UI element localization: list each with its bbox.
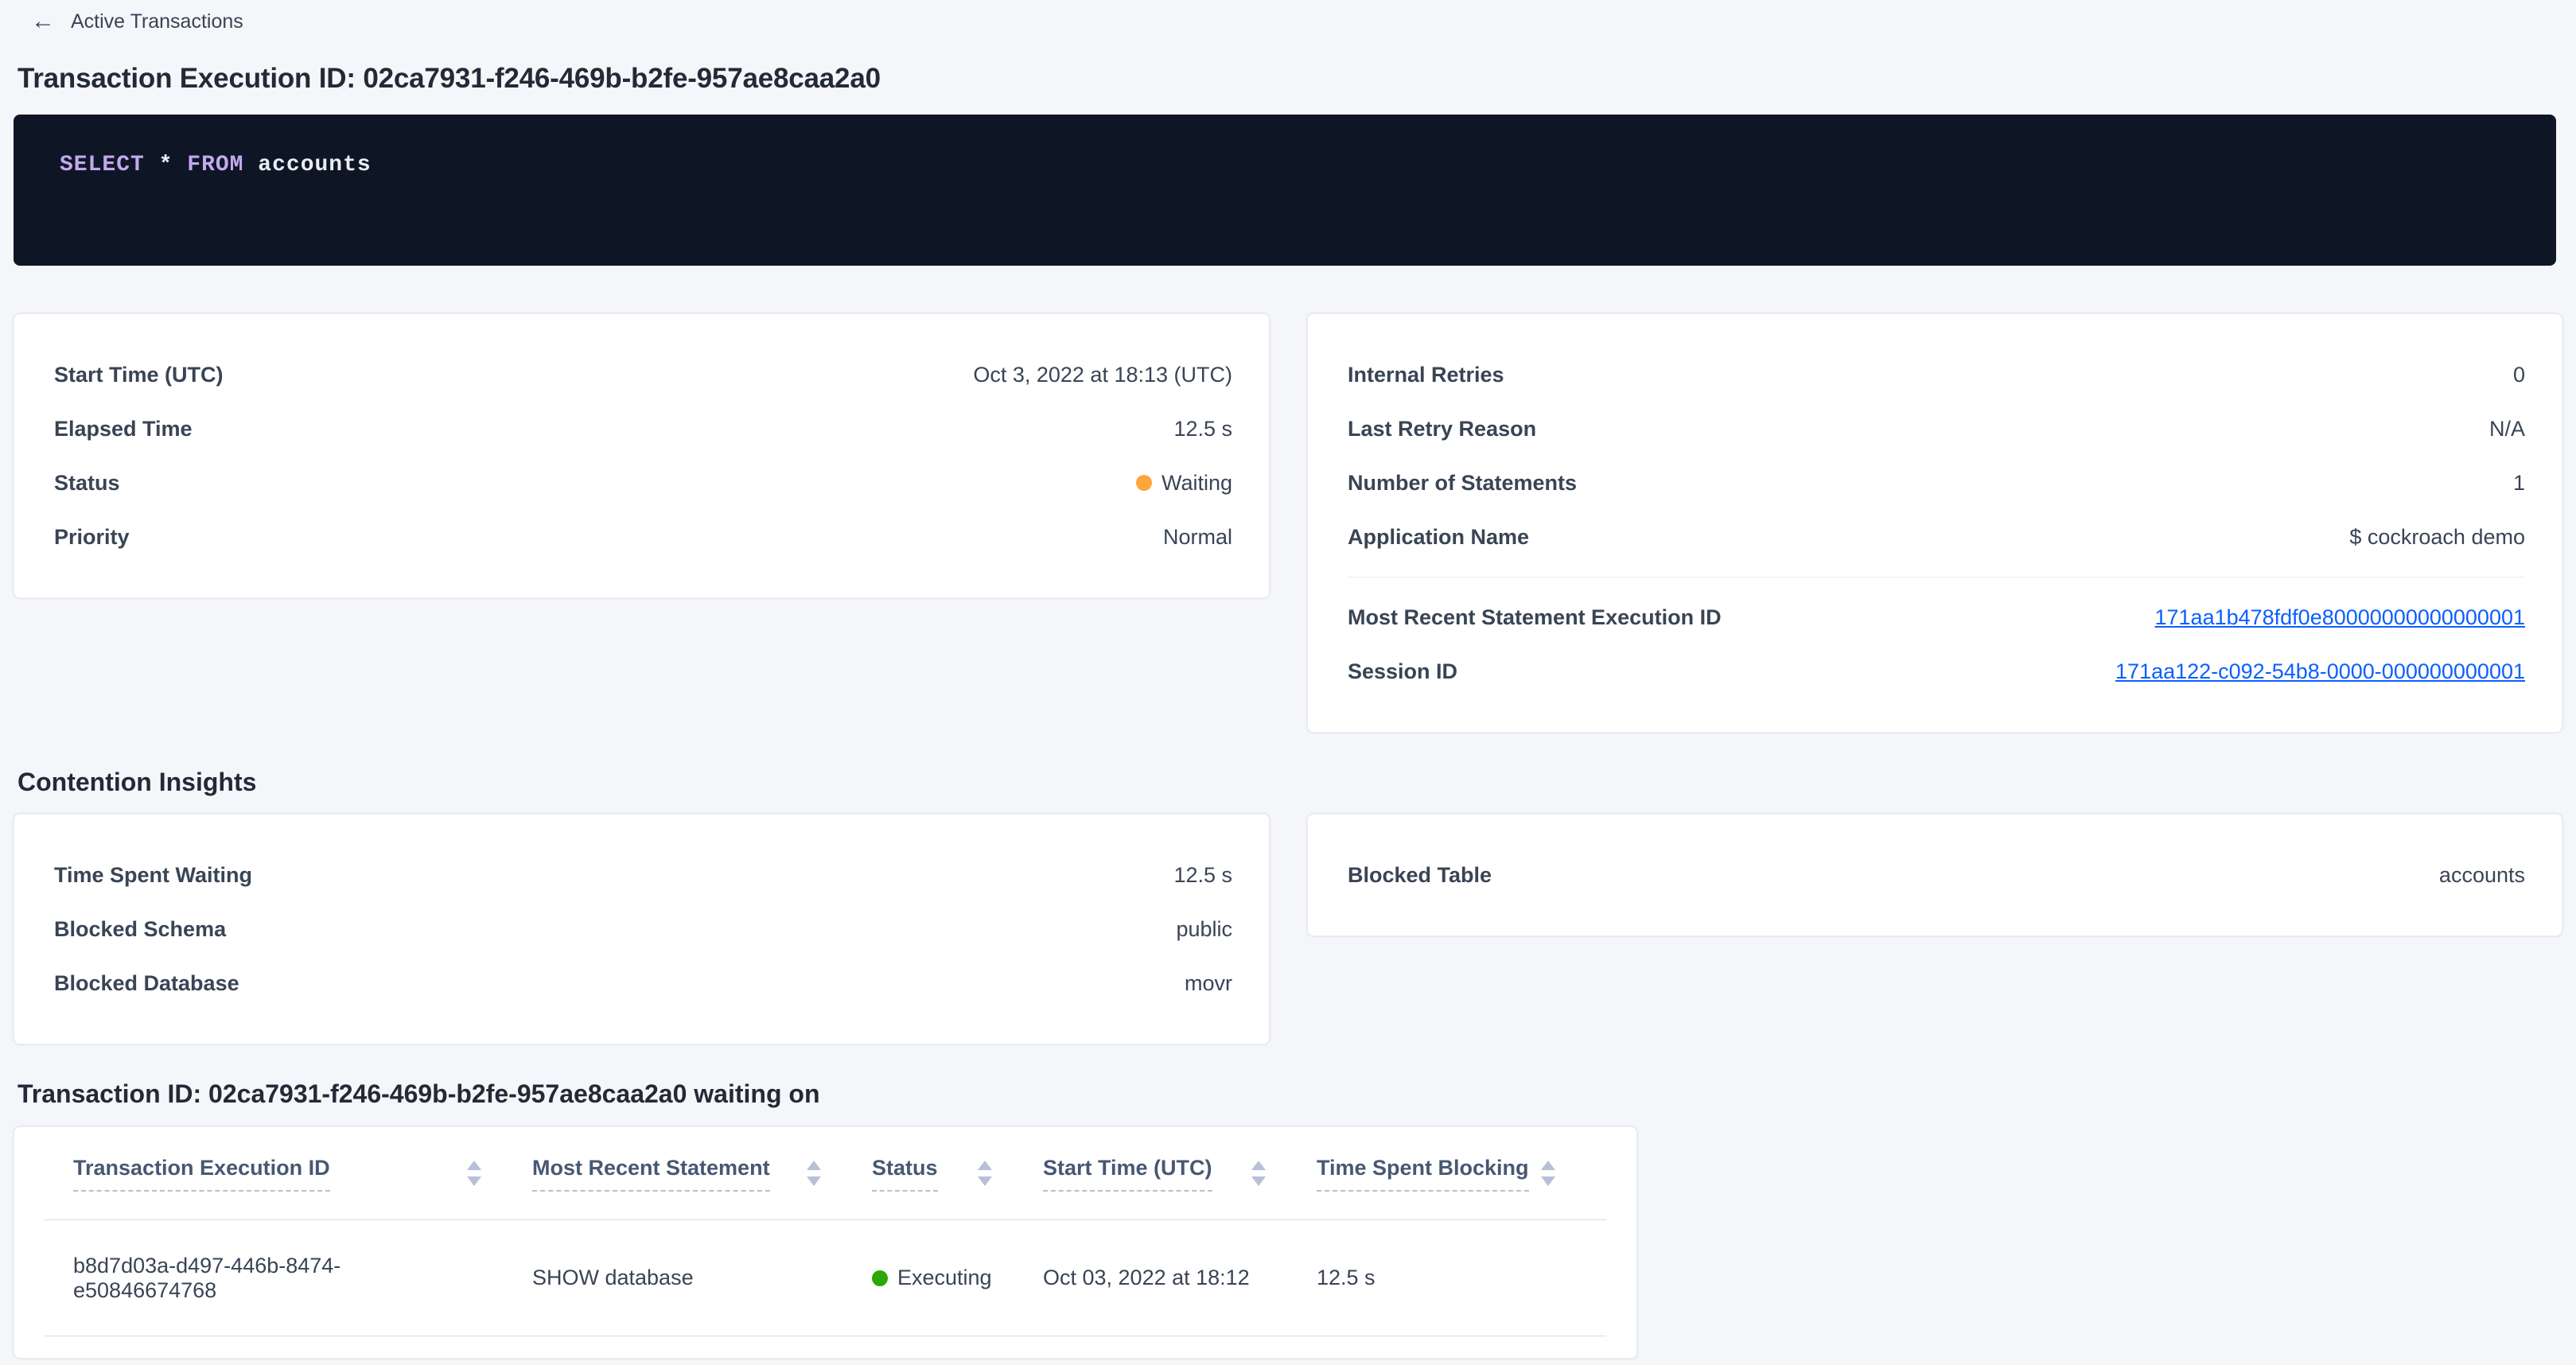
info-value: N/A	[2489, 417, 2525, 441]
page-title: Transaction Execution ID: 02ca7931-f246-…	[18, 62, 2562, 95]
cell-transaction-execution-id: b8d7d03a-d497-446b-8474-e50846674768	[45, 1254, 532, 1303]
waiting-on-table-inner: Transaction Execution ID Most Recent Sta…	[45, 1127, 1606, 1336]
status-badge: Executing	[872, 1266, 992, 1290]
sort-icon[interactable]	[1251, 1161, 1266, 1186]
sql-keyword-select: SELECT	[60, 153, 145, 177]
overview-summary-grid: Start Time (UTC) Oct 3, 2022 at 18:13 (U…	[14, 313, 2562, 733]
waiting-on-heading: Transaction ID: 02ca7931-f246-469b-b2fe-…	[18, 1079, 2562, 1109]
column-header-label: Start Time (UTC)	[1043, 1156, 1212, 1192]
overview-left-card: Start Time (UTC) Oct 3, 2022 at 18:13 (U…	[14, 313, 1270, 598]
session-id-link[interactable]: 171aa122-c092-54b8-0000-000000000001	[2115, 659, 2525, 684]
info-value: Oct 3, 2022 at 18:13 (UTC)	[973, 363, 1232, 387]
info-label: Last Retry Reason	[1348, 417, 1536, 441]
info-label: Blocked Database	[54, 971, 239, 996]
info-row-blocked-schema: Blocked Schema public	[54, 902, 1232, 956]
info-value: 12.5 s	[1173, 417, 1232, 441]
column-header-status[interactable]: Status	[872, 1156, 1043, 1192]
info-label: Priority	[54, 525, 130, 550]
column-header-label: Time Spent Blocking	[1317, 1156, 1529, 1192]
info-row-priority: Priority Normal	[54, 510, 1232, 564]
page-container: ← Active Transactions Transaction Execut…	[0, 0, 2576, 1359]
info-label: Time Spent Waiting	[54, 863, 252, 888]
column-header-time-spent-blocking[interactable]: Time Spent Blocking	[1317, 1156, 1606, 1192]
info-label: Number of Statements	[1348, 471, 1577, 496]
waiting-on-table: Transaction Execution ID Most Recent Sta…	[14, 1126, 1637, 1359]
info-label: Blocked Table	[1348, 863, 1492, 888]
sql-keyword-from: FROM	[187, 153, 243, 177]
info-row-elapsed-time: Elapsed Time 12.5 s	[54, 402, 1232, 456]
info-row-start-time: Start Time (UTC) Oct 3, 2022 at 18:13 (U…	[54, 348, 1232, 402]
info-row-application-name: Application Name $ cockroach demo	[1348, 510, 2525, 564]
column-header-most-recent-statement[interactable]: Most Recent Statement	[532, 1156, 872, 1192]
info-value: movr	[1185, 971, 1232, 996]
contention-insights-heading: Contention Insights	[18, 767, 2562, 797]
info-row-most-recent-statement-execution-id: Most Recent Statement Execution ID 171aa…	[1348, 590, 2525, 644]
status-text: Executing	[897, 1266, 992, 1290]
column-header-label: Most Recent Statement	[532, 1156, 770, 1192]
contention-right-card: Blocked Table accounts	[1307, 814, 2562, 936]
info-label: Application Name	[1348, 525, 1529, 550]
info-row-last-retry-reason: Last Retry Reason N/A	[1348, 402, 2525, 456]
info-label: Elapsed Time	[54, 417, 193, 441]
sql-statement-box: SELECT * FROM accounts	[14, 115, 2556, 266]
sort-icon[interactable]	[807, 1161, 821, 1186]
card-divider	[1348, 577, 2525, 578]
table-header-row: Transaction Execution ID Most Recent Sta…	[45, 1127, 1606, 1220]
info-value: 12.5 s	[1173, 863, 1232, 888]
info-row-blocked-table: Blocked Table accounts	[1348, 848, 2525, 902]
info-value: accounts	[2439, 863, 2525, 888]
info-label: Status	[54, 471, 120, 496]
sort-icon[interactable]	[467, 1161, 481, 1186]
back-arrow-icon: ←	[31, 10, 55, 33]
info-label: Start Time (UTC)	[54, 363, 224, 387]
sql-star: *	[159, 153, 173, 177]
info-row-blocked-database: Blocked Database movr	[54, 956, 1232, 1010]
sql-table-name: accounts	[258, 153, 371, 177]
table-row: b8d7d03a-d497-446b-8474-e50846674768 SHO…	[45, 1220, 1606, 1336]
info-row-number-of-statements: Number of Statements 1	[1348, 456, 2525, 510]
cell-time-spent-blocking: 12.5 s	[1317, 1266, 1606, 1290]
column-header-start-time[interactable]: Start Time (UTC)	[1043, 1156, 1317, 1192]
contention-grid: Time Spent Waiting 12.5 s Blocked Schema…	[14, 814, 2562, 1044]
status-executing-dot-icon	[872, 1270, 888, 1286]
status-text: Waiting	[1162, 471, 1232, 496]
info-value: Normal	[1163, 525, 1232, 550]
info-row-status: Status Waiting	[54, 456, 1232, 510]
info-label: Internal Retries	[1348, 363, 1504, 387]
column-header-label: Status	[872, 1156, 938, 1192]
info-label: Most Recent Statement Execution ID	[1348, 605, 1722, 630]
column-header-transaction-execution-id[interactable]: Transaction Execution ID	[45, 1156, 532, 1192]
back-link-label: Active Transactions	[71, 10, 243, 33]
info-value: 1	[2513, 471, 2525, 496]
info-row-internal-retries: Internal Retries 0	[1348, 348, 2525, 402]
status-badge: Waiting	[1136, 471, 1232, 496]
info-value: 0	[2513, 363, 2525, 387]
cell-start-time: Oct 03, 2022 at 18:12	[1043, 1266, 1317, 1290]
sort-icon[interactable]	[1541, 1161, 1555, 1186]
info-value: $ cockroach demo	[2349, 525, 2525, 550]
contention-left-card: Time Spent Waiting 12.5 s Blocked Schema…	[14, 814, 1270, 1044]
statement-execution-id-link[interactable]: 171aa1b478fdf0e80000000000000001	[2155, 605, 2526, 630]
status-waiting-dot-icon	[1136, 475, 1152, 491]
back-link-active-transactions[interactable]: ← Active Transactions	[31, 10, 243, 33]
column-header-label: Transaction Execution ID	[73, 1156, 330, 1192]
sort-icon[interactable]	[978, 1161, 992, 1186]
info-row-time-spent-waiting: Time Spent Waiting 12.5 s	[54, 848, 1232, 902]
cell-status: Executing	[872, 1266, 1043, 1290]
cell-most-recent-statement: SHOW database	[532, 1266, 872, 1290]
info-row-session-id: Session ID 171aa122-c092-54b8-0000-00000…	[1348, 644, 2525, 698]
info-label: Session ID	[1348, 659, 1457, 684]
info-value: public	[1176, 917, 1232, 942]
overview-right-card: Internal Retries 0 Last Retry Reason N/A…	[1307, 313, 2562, 733]
info-label: Blocked Schema	[54, 917, 226, 942]
